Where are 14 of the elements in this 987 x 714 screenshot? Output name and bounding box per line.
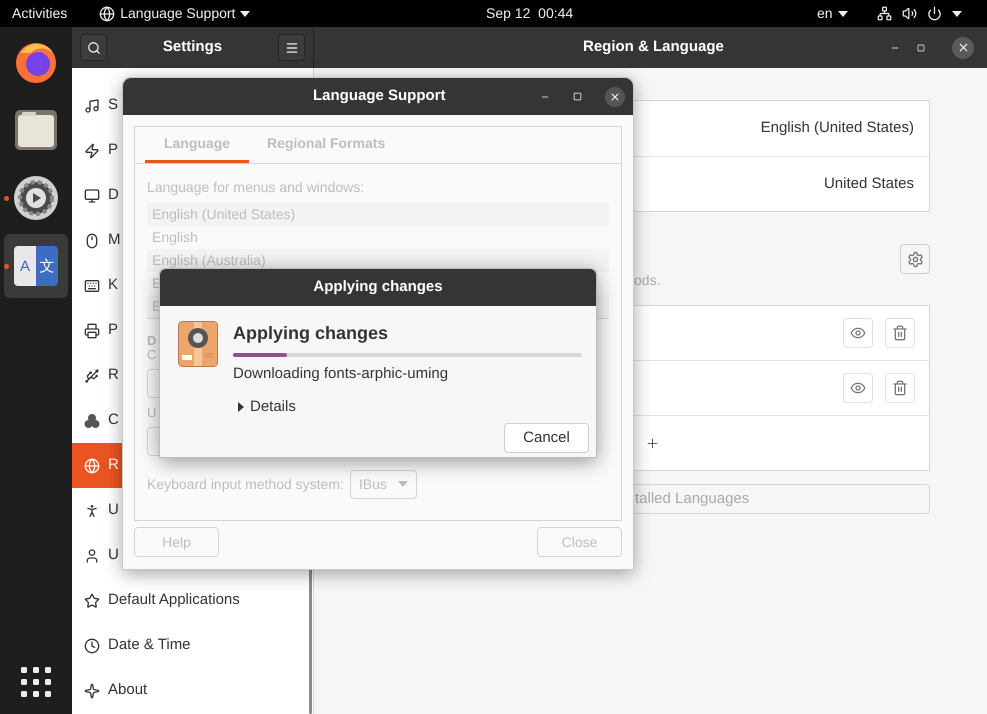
dialog-title: Applying changes bbox=[313, 277, 443, 298]
logo-letter: A bbox=[14, 246, 36, 286]
section-heading: D bbox=[147, 334, 156, 348]
input-method-label: Keyboard input method system: bbox=[147, 474, 344, 494]
logo-letter: 文 bbox=[36, 246, 58, 286]
window-title: Region & Language bbox=[583, 37, 724, 58]
dialog-title: Language Support bbox=[313, 86, 446, 106]
progress-status: Downloading fonts-arphic-uming bbox=[233, 364, 450, 384]
list-label: Language for menus and windows: bbox=[147, 178, 364, 197]
sidebar-title: Settings bbox=[162, 37, 224, 58]
progress-heading: Applying changes bbox=[233, 322, 390, 344]
input-sources-hint: ods. bbox=[634, 271, 660, 290]
note: U bbox=[147, 404, 156, 422]
section-hint: C bbox=[147, 348, 156, 362]
